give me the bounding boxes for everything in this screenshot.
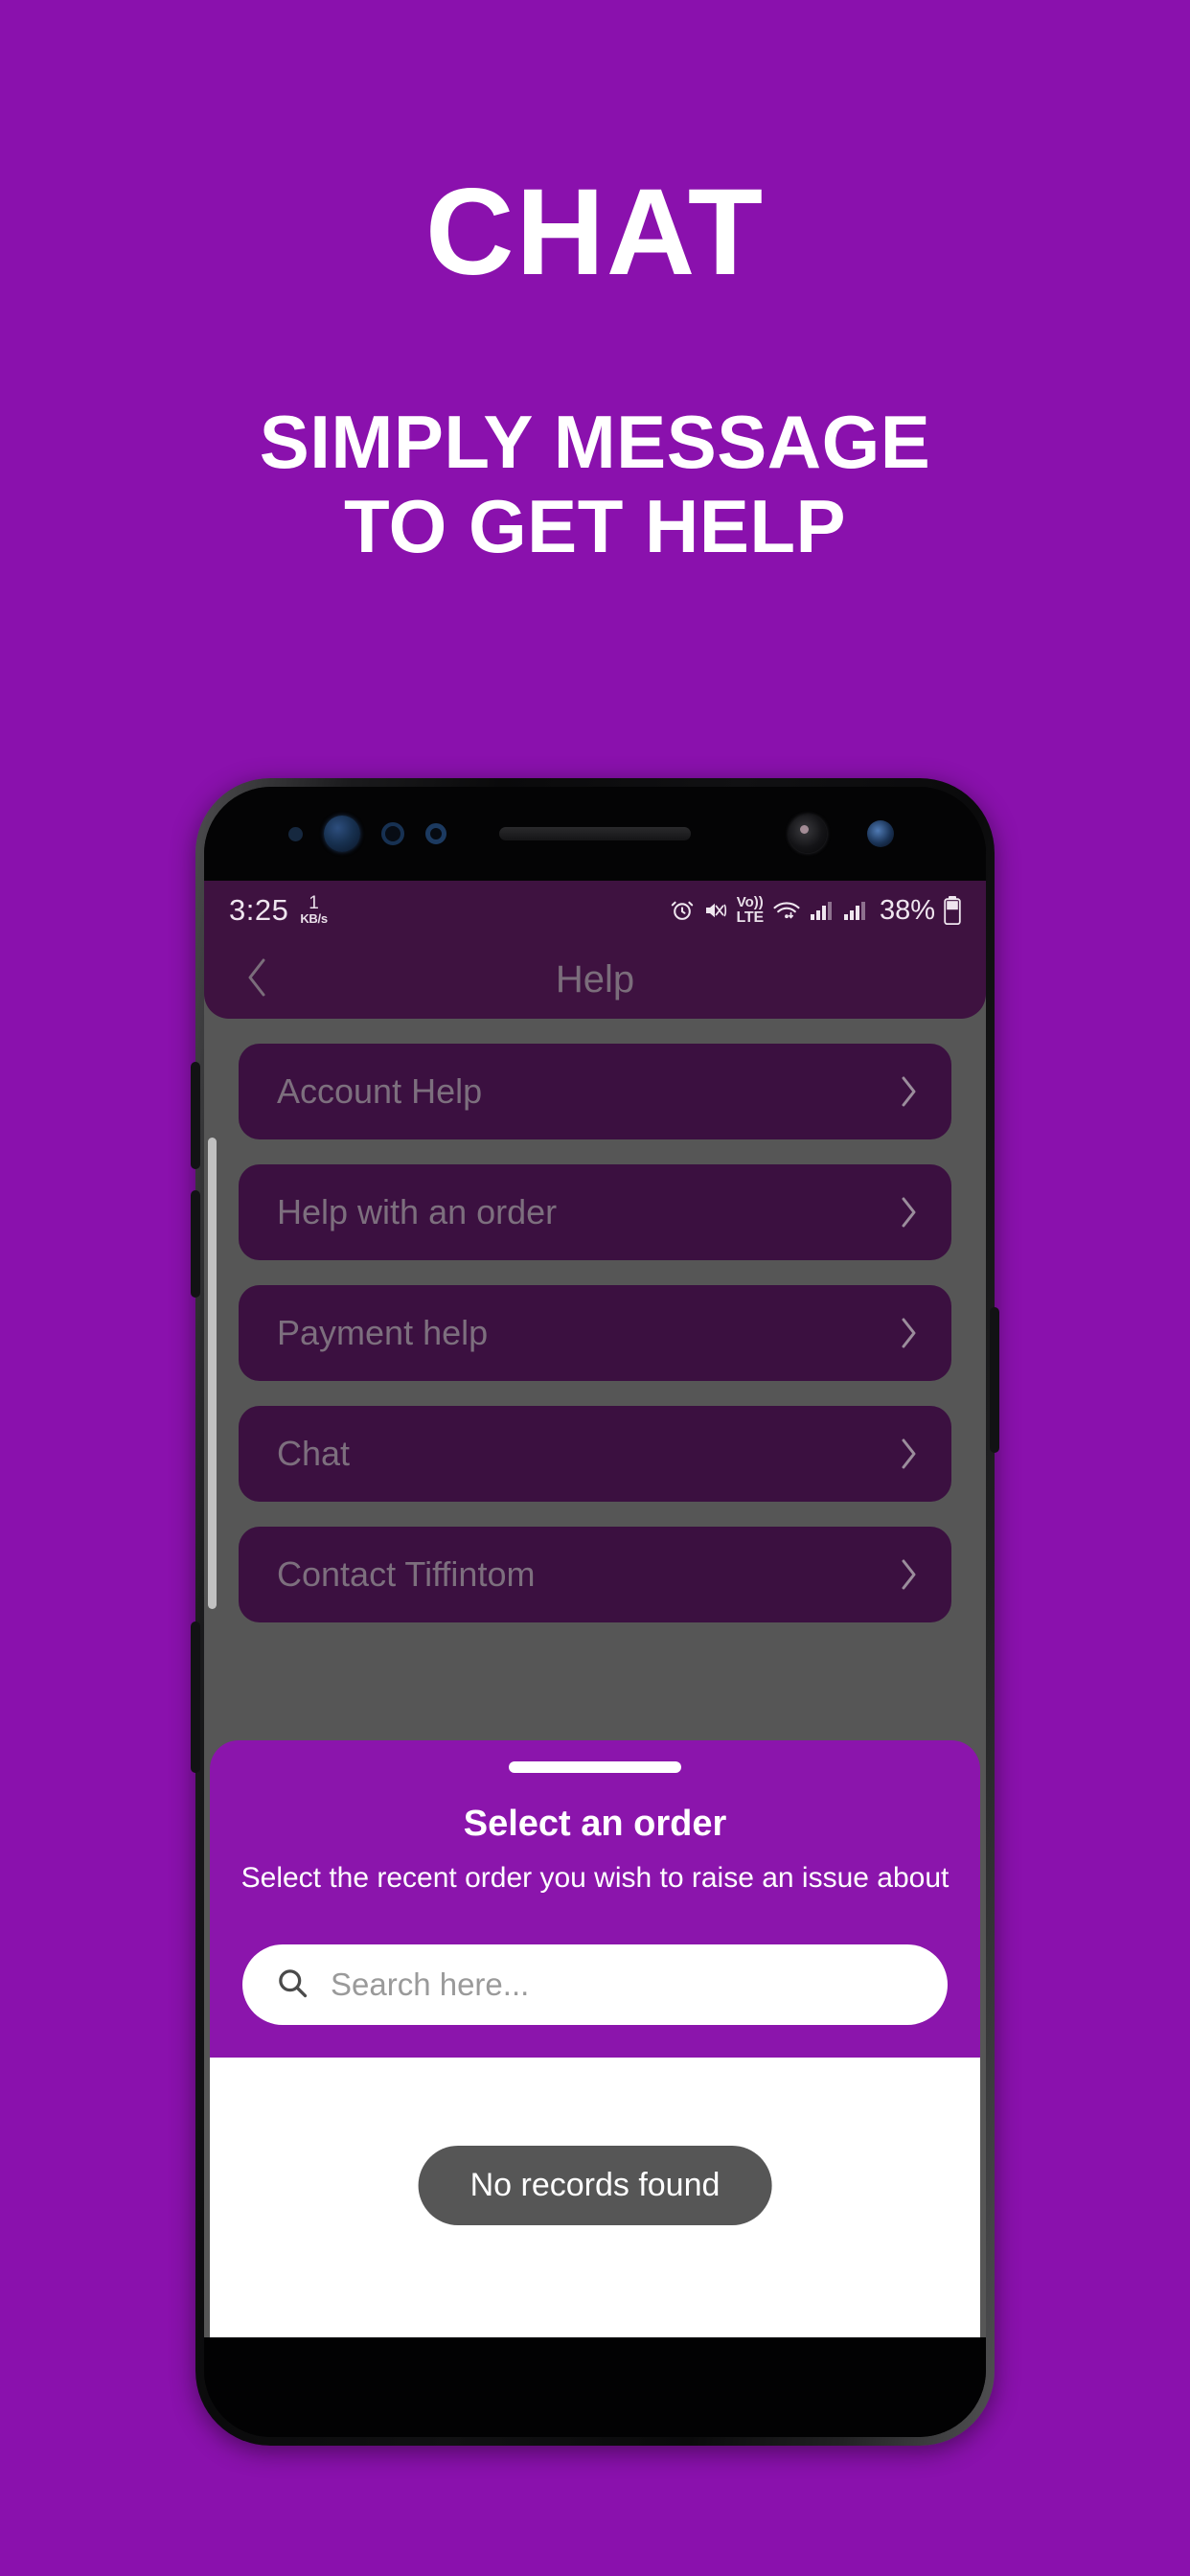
help-row-label: Help with an order [277,1192,558,1231]
phone-screen-bezel: 3:25 1 KB/s Vo)) LTE 38% Help Account He… [204,787,986,2437]
promo-subtitle: SIMPLY MESSAGE TO GET HELP [0,401,1190,568]
back-button[interactable] [231,954,283,1005]
cellular-signal-icon-2 [843,900,868,921]
volume-mute-vibrate-icon [703,899,728,922]
help-row-account-help[interactable]: Account Help [239,1044,951,1139]
sheet-title: Select an order [463,1804,727,1844]
front-camera-icon [789,815,827,853]
chevron-right-icon [898,1316,919,1350]
search-input[interactable]: Search here... [242,1944,948,2025]
sheet-header: Select an order Select the recent order … [210,1740,980,1923]
volume-up-button[interactable] [191,1062,200,1169]
scroll-indicator[interactable] [208,1138,217,1609]
promo-title: CHAT [425,164,765,301]
app-bar: Help [204,940,986,1019]
sheet-subtitle: Select the recent order you wish to rais… [240,1862,950,1894]
search-placeholder: Search here... [331,1966,530,2002]
iris-scanner-icon [324,816,360,852]
network-speed-value: 1 [309,893,319,913]
help-options-list: Account Help Help with an order Payment … [204,1019,986,1622]
promo-subtitle-line-1: SIMPLY MESSAGE [259,400,931,485]
light-sensor-icon [381,822,404,845]
status-bar-right: Vo)) LTE 38% [670,895,961,927]
help-row-help-with-an-order[interactable]: Help with an order [239,1164,951,1260]
battery-percent-label: 38% [879,894,935,926]
chevron-right-icon [898,1074,919,1109]
help-row-chat[interactable]: Chat [239,1406,951,1502]
network-speed-indicator: 1 KB/s [300,893,328,928]
phone-top-bezel [204,787,986,881]
promo-text-block: CHAT SIMPLY MESSAGE TO GET HELP [0,164,1190,568]
alarm-clock-icon [670,898,695,923]
volte-indicator: Vo)) LTE [736,893,765,926]
empty-state-toast: No records found [418,2146,772,2225]
app-screen: 3:25 1 KB/s Vo)) LTE 38% Help Account He… [204,881,986,2337]
chevron-right-icon [898,1557,919,1592]
volte-line-2: LTE [736,908,765,926]
volume-down-button[interactable] [191,1190,200,1298]
chevron-left-icon [240,954,273,1005]
power-button[interactable] [990,1307,999,1453]
cellular-signal-icon-1 [810,900,835,921]
search-container: Search here... [210,1923,980,2058]
led-indicator-icon [867,820,894,847]
chevron-right-icon [898,1437,919,1471]
select-order-bottom-sheet: Select an order Select the recent order … [210,1740,980,2337]
network-speed-unit: KB/s [300,911,328,926]
volte-line-1: Vo)) [736,893,764,910]
search-icon [275,1966,309,2005]
help-row-contact-tiffintom[interactable]: Contact Tiffintom [239,1527,951,1622]
help-row-label: Payment help [277,1313,489,1352]
status-bar-clock: 3:25 [229,893,289,927]
sensor-cluster-left [288,816,446,852]
phone-mockup: 3:25 1 KB/s Vo)) LTE 38% Help Account He… [191,778,999,2446]
promo-subtitle-line-2: TO GET HELP [343,483,847,568]
proximity-sensor-icon [288,826,303,841]
earpiece-speaker-icon [499,827,691,840]
chevron-right-icon [898,1195,919,1230]
order-results-list: No records found [210,2058,980,2337]
phone-bottom-bezel [204,2337,986,2437]
sensor-cluster-right [789,815,894,853]
status-bar: 3:25 1 KB/s Vo)) LTE 38% [204,881,986,940]
help-row-label: Account Help [277,1071,483,1111]
ir-emitter-icon [425,823,446,844]
wifi-icon [772,899,801,922]
drag-handle[interactable] [509,1761,681,1773]
battery-icon [944,896,961,925]
bixby-button[interactable] [191,1622,200,1773]
help-row-payment-help[interactable]: Payment help [239,1285,951,1381]
help-row-label: Contact Tiffintom [277,1554,536,1594]
help-row-label: Chat [277,1434,351,1473]
page-title: Help [555,957,635,1000]
status-bar-left: 3:25 1 KB/s [229,893,328,928]
